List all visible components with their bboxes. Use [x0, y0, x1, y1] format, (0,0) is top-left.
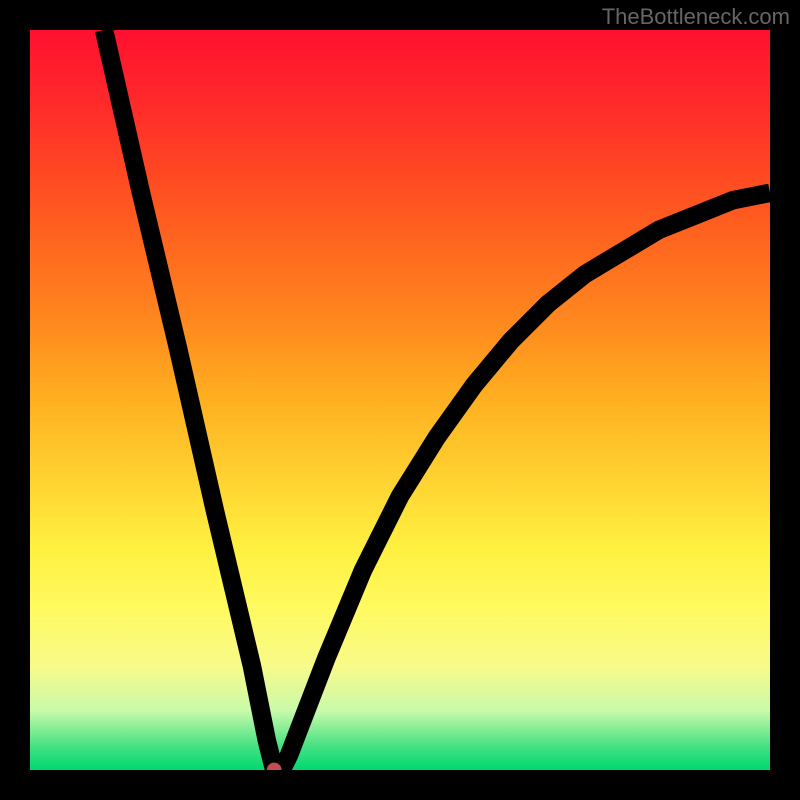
- chart-svg: [30, 30, 770, 770]
- watermark-label: TheBottleneck.com: [602, 4, 790, 30]
- chart-plot-area: [30, 30, 770, 770]
- bottleneck-curve: [104, 30, 770, 770]
